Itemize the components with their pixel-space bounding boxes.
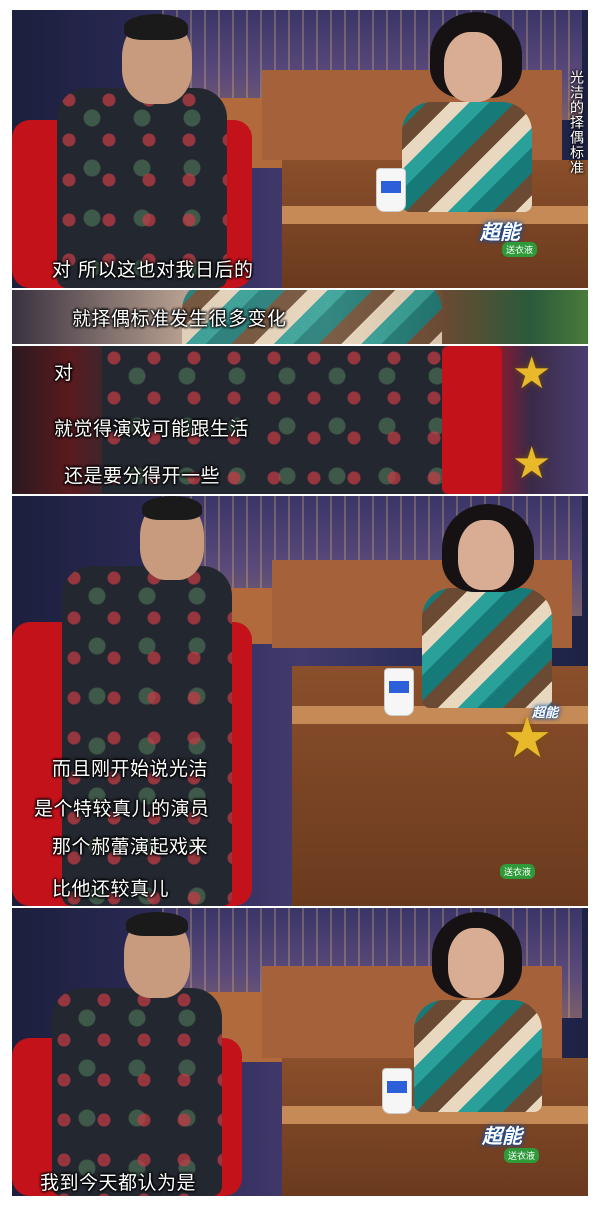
cup	[382, 1068, 412, 1114]
red-chair	[442, 346, 502, 494]
man-torso	[52, 988, 222, 1196]
subtitle: 就择偶标准发生很多变化	[72, 308, 287, 330]
sponsor-logo-sub: 送衣液	[502, 242, 538, 257]
video-frame-1: 超能 送衣液 光洁的择偶标准 对 所以这也对我日后的	[12, 10, 588, 288]
subtitle: 还是要分得开一些	[64, 465, 221, 487]
subtitle: 是个特较真儿的演员	[34, 798, 210, 820]
man-hair	[142, 496, 202, 520]
star-icon: ★	[512, 438, 552, 489]
woman-torso	[414, 1000, 542, 1112]
man-hair	[124, 14, 188, 40]
sponsor-logo: 超能	[532, 706, 559, 721]
cup	[376, 168, 406, 212]
video-frame-4: ★ 超能 送衣液 而且刚开始说光洁 是个特较真儿的演员 那个郝蕾演起戏来 比他还…	[12, 496, 588, 906]
woman-torso	[422, 588, 552, 708]
video-frame-5: 超能 送衣液 我到今天都认为是	[12, 908, 588, 1196]
subtitle: 我到今天都认为是	[40, 1172, 197, 1194]
sponsor-logo: 超能	[480, 220, 520, 244]
star-icon: ★	[512, 348, 552, 399]
woman-torso	[402, 102, 532, 212]
subtitle: 而且刚开始说光洁	[52, 758, 209, 780]
woman-head	[444, 32, 502, 102]
woman-head	[458, 520, 514, 590]
woman-head	[448, 928, 504, 998]
sponsor-logo: 超能	[482, 1124, 522, 1148]
cup	[384, 668, 414, 716]
sponsor-logo-sub: 送衣液	[504, 1148, 540, 1163]
sponsor-logo-sub: 送衣液	[500, 864, 536, 879]
subtitle: 比他还较真儿	[52, 878, 170, 900]
video-frame-2: 就择偶标准发生很多变化	[12, 290, 588, 344]
subtitle: 那个郝蕾演起戏来	[52, 836, 209, 858]
video-frame-3: ★ ★ 对 就觉得演戏可能跟生活 还是要分得开一些	[12, 346, 588, 494]
subtitle: 对 所以这也对我日后的	[52, 259, 254, 281]
man-hair	[126, 912, 188, 936]
subtitle: 对	[54, 362, 74, 384]
subtitle: 就觉得演戏可能跟生活	[54, 418, 250, 440]
side-caption: 光洁的择偶标准	[568, 70, 584, 175]
